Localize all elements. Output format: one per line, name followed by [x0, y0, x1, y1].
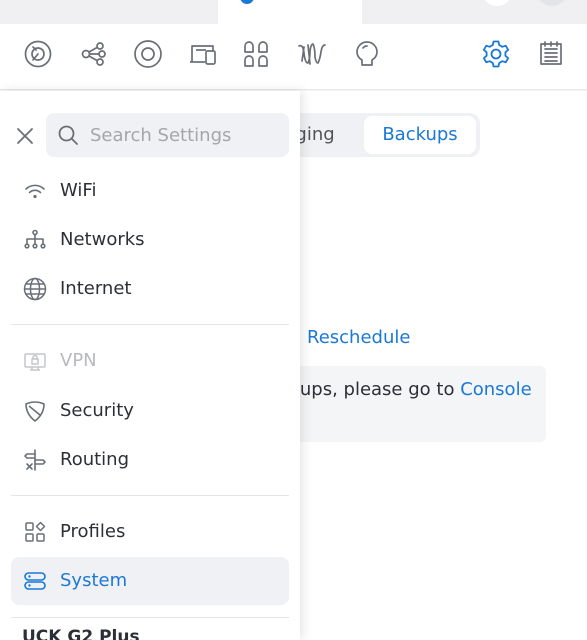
sidebar-item-label: Internet	[60, 278, 132, 299]
top-window-strip	[0, 0, 587, 24]
devices-icon[interactable]	[133, 39, 163, 69]
top-tab[interactable]	[218, 0, 362, 24]
backup-notice: kups, please go to Console	[262, 366, 546, 442]
sidebar-item-label: Security	[60, 400, 134, 421]
close-icon[interactable]	[14, 125, 36, 147]
divider	[11, 324, 289, 325]
profiles-icon	[23, 520, 47, 544]
topology-icon[interactable]	[79, 39, 109, 69]
system-log-icon[interactable]	[536, 39, 566, 69]
sidebar-item-networks[interactable]: Networks	[11, 216, 289, 264]
shield-icon	[23, 399, 47, 423]
insights-icon[interactable]	[297, 39, 327, 69]
sidebar-item-label: VPN	[60, 350, 97, 371]
vpn-icon	[23, 349, 47, 373]
sidebar-item-label: Profiles	[60, 521, 126, 542]
tab-backups[interactable]: Backups	[364, 116, 476, 154]
search-icon	[57, 124, 79, 146]
globe-icon	[23, 277, 47, 301]
settings-page: gging Backups Reschedule kups, please go…	[0, 0, 587, 640]
wifi-icon	[23, 179, 47, 203]
sidebar-item-label: Routing	[60, 449, 130, 470]
top-action-icon[interactable]	[482, 0, 512, 6]
client-devices-icon[interactable]	[188, 39, 218, 69]
statistics-icon[interactable]	[242, 39, 272, 69]
tab-indicator-icon	[240, 0, 254, 4]
device-label: UCK G2 Plus	[22, 627, 140, 640]
reschedule-link[interactable]: Reschedule	[307, 327, 410, 348]
sidebar-item-security[interactable]: Security	[11, 387, 289, 435]
sidebar-item-profiles[interactable]: Profiles	[11, 508, 289, 556]
sidebar-item-label: System	[60, 570, 128, 591]
search-box	[46, 113, 289, 157]
divider	[11, 617, 289, 618]
networks-icon	[23, 228, 47, 252]
sidebar-item-label: WiFi	[60, 180, 97, 201]
sidebar-item-system[interactable]: System	[11, 557, 289, 605]
notice-text: kups, please go to	[290, 379, 461, 400]
dashboard-icon[interactable]	[23, 39, 53, 69]
alerts-icon[interactable]	[352, 39, 382, 69]
top-avatar[interactable]	[537, 0, 567, 6]
sidebar-item-internet[interactable]: Internet	[11, 265, 289, 313]
sidebar-item-routing[interactable]: Routing	[11, 436, 289, 484]
search-input[interactable]	[90, 113, 280, 157]
sidebar-item-vpn[interactable]: VPN	[11, 337, 289, 385]
settings-drawer: WiFi Networks In	[0, 91, 300, 640]
sidebar-item-wifi[interactable]: WiFi	[11, 167, 289, 215]
settings-icon[interactable]	[481, 39, 511, 69]
divider	[11, 495, 289, 496]
console-link[interactable]: Console	[460, 379, 531, 400]
sidebar-item-label: Networks	[60, 229, 145, 250]
routing-icon	[23, 448, 47, 472]
top-navigation-bar	[0, 24, 587, 90]
backup-notice-text: kups, please go to Console	[290, 379, 532, 400]
system-icon	[23, 569, 47, 593]
